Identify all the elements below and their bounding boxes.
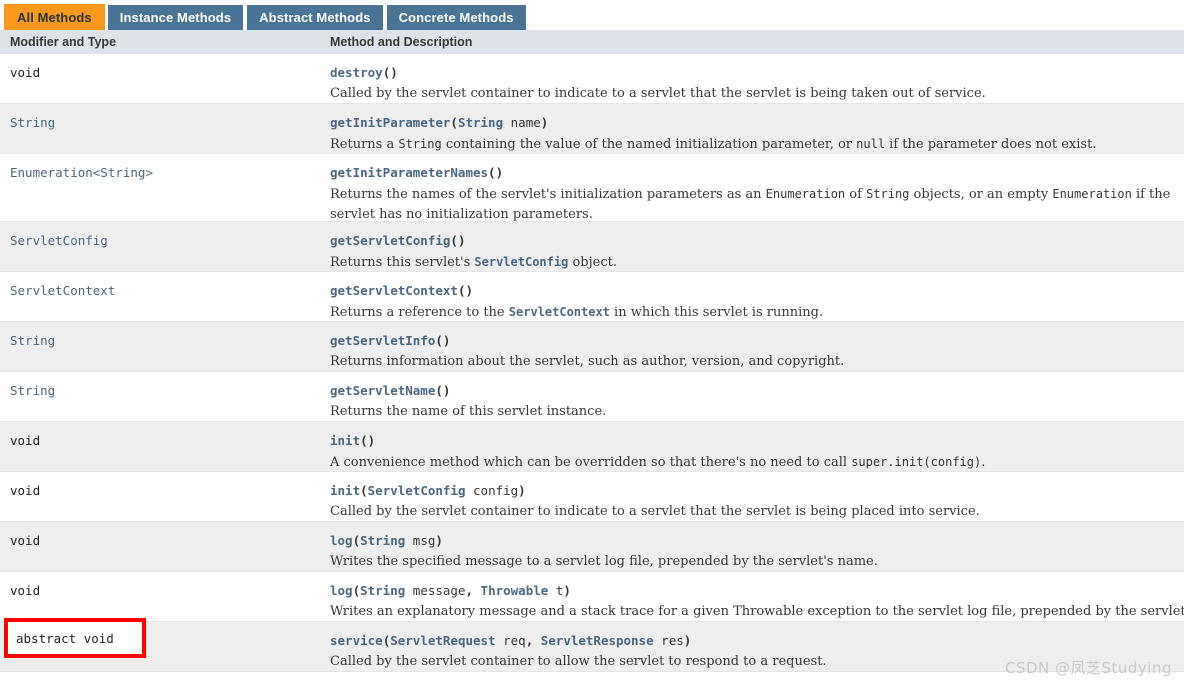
cell-modifier-and-type[interactable]: String	[10, 115, 320, 131]
table-row: void log(String message, Throwable t) Writ…	[0, 572, 1184, 622]
tab-abstract-methods[interactable]: Abstract Methods	[246, 4, 384, 30]
column-header-method-and-description: Method and Description	[330, 35, 473, 49]
method-signature-link[interactable]: getInitParameter(String name)	[330, 114, 1184, 132]
method-description: Returns information about the servlet, s…	[330, 354, 845, 369]
method-description: Returns the names of the servlet's initi…	[330, 187, 1171, 222]
method-signature-link[interactable]: getServletConfig()	[330, 232, 1184, 250]
table-row: void init() A convenience method which can…	[0, 422, 1184, 472]
annotation-highlight-box: abstract void	[4, 618, 146, 658]
tab-concrete-methods[interactable]: Concrete Methods	[385, 4, 527, 30]
cell-method-and-description: getServletInfo() Returns information abou…	[330, 332, 1184, 371]
method-summary-table: void destroy() Called by the servlet conta…	[0, 54, 1184, 684]
cell-modifier-and-type[interactable]: Enumeration<String>	[10, 165, 320, 181]
table-row: abstract void service(ServletRequest req,…	[0, 622, 1184, 672]
method-description: Returns the name of this servlet instanc…	[330, 404, 607, 419]
table-row: void log(String msg) Writes the specified …	[0, 522, 1184, 572]
cell-method-and-description: destroy() Called by the servlet container…	[330, 64, 1184, 103]
method-filter-tabs: All Methods Instance Methods Abstract Me…	[0, 0, 1184, 30]
cell-method-and-description: getServletConfig() Returns this servlet's…	[330, 232, 1184, 271]
method-description: A convenience method which can be overri…	[330, 455, 986, 470]
method-description: Writes the specified message to a servle…	[330, 554, 878, 569]
cell-method-and-description: log(String msg) Writes the specified mess…	[330, 532, 1184, 571]
table-row: Enumeration<String> getInitParameterNames…	[0, 154, 1184, 222]
table-row: ServletConfig getServletConfig() Returns t…	[0, 222, 1184, 272]
table-row: String getInitParameter(String name) Retur…	[0, 104, 1184, 154]
method-signature-link[interactable]: log(String message, Throwable t)	[330, 582, 1184, 600]
method-signature-link[interactable]: destroy()	[330, 64, 1184, 82]
tab-all-methods[interactable]: All Methods	[4, 4, 105, 30]
cell-method-and-description: log(String message, Throwable t) Writes a…	[330, 582, 1184, 621]
annotation-highlight-label: abstract void	[16, 631, 114, 646]
cell-method-and-description: getInitParameter(String name) Returns a S…	[330, 114, 1184, 153]
cell-modifier-and-type: void	[10, 583, 41, 598]
cell-method-and-description: service(ServletRequest req, ServletRespo…	[330, 632, 1184, 671]
method-signature-link[interactable]: getServletContext()	[330, 282, 1184, 300]
cell-method-and-description: getServletContext() Returns a reference t…	[330, 282, 1184, 321]
cell-modifier-and-type: void	[10, 433, 41, 448]
cell-method-and-description: getServletName() Returns the name of this…	[330, 382, 1184, 421]
method-signature-link[interactable]: init()	[330, 432, 1184, 450]
method-description: Returns this servlet's ServletConfig obj…	[330, 255, 617, 270]
table-column-header: Modifier and Type Method and Description	[0, 30, 1184, 54]
table-row: ServletContext getServletContext() Returns…	[0, 272, 1184, 322]
method-description: Called by the servlet container to allow…	[330, 654, 827, 669]
method-signature-link[interactable]: service(ServletRequest req, ServletRespo…	[330, 632, 1184, 650]
cell-method-and-description: init() A convenience method which can be …	[330, 432, 1184, 471]
method-description: Returns a String containing the value of…	[330, 137, 1097, 152]
cell-modifier-and-type: void	[10, 533, 41, 548]
table-row: String getServletName() Returns the name o…	[0, 372, 1184, 422]
method-signature-link[interactable]: getServletInfo()	[330, 332, 1184, 350]
method-description: Returns a reference to the ServletContex…	[330, 305, 824, 320]
cell-modifier-and-type[interactable]: ServletContext	[10, 283, 320, 299]
table-row: void destroy() Called by the servlet conta…	[0, 54, 1184, 104]
table-row: void init(ServletConfig config) Called by …	[0, 472, 1184, 522]
method-signature-link[interactable]: getInitParameterNames()	[330, 164, 1184, 182]
method-signature-link[interactable]: log(String msg)	[330, 532, 1184, 550]
cell-modifier-and-type[interactable]: String	[10, 333, 320, 349]
cell-modifier-and-type[interactable]: ServletConfig	[10, 233, 320, 249]
cell-modifier-and-type: void	[10, 483, 41, 498]
method-description: Called by the servlet container to indic…	[330, 504, 980, 519]
cell-method-and-description: init(ServletConfig config) Called by the …	[330, 482, 1184, 521]
cell-modifier-and-type[interactable]: String	[10, 383, 320, 399]
cell-modifier-and-type: void	[10, 65, 41, 80]
method-description: Writes an explanatory message and a stac…	[330, 604, 1184, 619]
method-signature-link[interactable]: getServletName()	[330, 382, 1184, 400]
tab-instance-methods[interactable]: Instance Methods	[106, 4, 245, 30]
cell-method-and-description: getInitParameterNames() Returns the names…	[330, 164, 1184, 222]
method-signature-link[interactable]: init(ServletConfig config)	[330, 482, 1184, 500]
column-header-modifier-and-type: Modifier and Type	[10, 35, 117, 49]
table-row: String getServletInfo() Returns informatio…	[0, 322, 1184, 372]
method-description: Called by the servlet container to indic…	[330, 86, 986, 101]
